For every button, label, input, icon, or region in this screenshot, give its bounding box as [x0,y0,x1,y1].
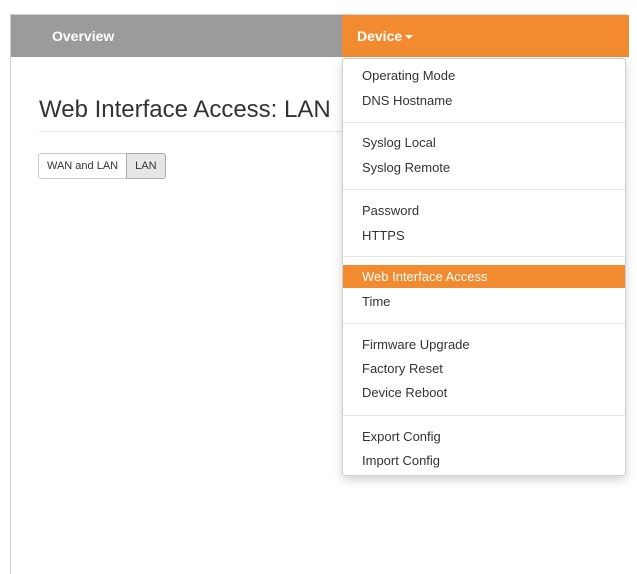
menu-divider [343,256,625,257]
menu-item-export-config[interactable]: Export Config [343,425,625,448]
top-navbar: Overview Device [11,15,629,57]
menu-item-syslog-local[interactable]: Syslog Local [343,131,625,154]
nav-device-label: Device [357,28,403,44]
page-title: Web Interface Access: LAN [39,96,331,123]
menu-divider [343,122,625,123]
menu-divider [343,415,625,416]
menu-item-syslog-remote[interactable]: Syslog Remote [343,156,625,179]
menu-item-time[interactable]: Time [343,290,625,313]
menu-item-password[interactable]: Password [343,199,625,222]
nav-overview[interactable]: Overview [52,15,114,57]
menu-item-operating-mode[interactable]: Operating Mode [343,64,625,87]
nav-overview-label: Overview [52,28,115,44]
menu-divider [343,189,625,190]
access-toggle-group: WAN and LAN LAN [38,153,166,179]
menu-item-https[interactable]: HTTPS [343,224,625,247]
menu-item-import-config[interactable]: Import Config [343,449,625,472]
lan-button[interactable]: LAN [126,153,166,179]
caret-down-icon [405,35,414,40]
menu-item-device-reboot[interactable]: Device Reboot [343,381,625,404]
nav-device-dropdown-toggle[interactable]: Device [342,15,629,57]
menu-divider [343,323,625,324]
menu-item-dns-hostname[interactable]: DNS Hostname [343,89,625,112]
menu-item-factory-reset[interactable]: Factory Reset [343,357,625,380]
menu-item-firmware-upgrade[interactable]: Firmware Upgrade [343,333,625,356]
device-dropdown-menu: Operating Mode DNS Hostname Syslog Local… [342,58,626,476]
wan-and-lan-button[interactable]: WAN and LAN [38,153,128,179]
menu-item-web-interface-access[interactable]: Web Interface Access [343,265,625,288]
